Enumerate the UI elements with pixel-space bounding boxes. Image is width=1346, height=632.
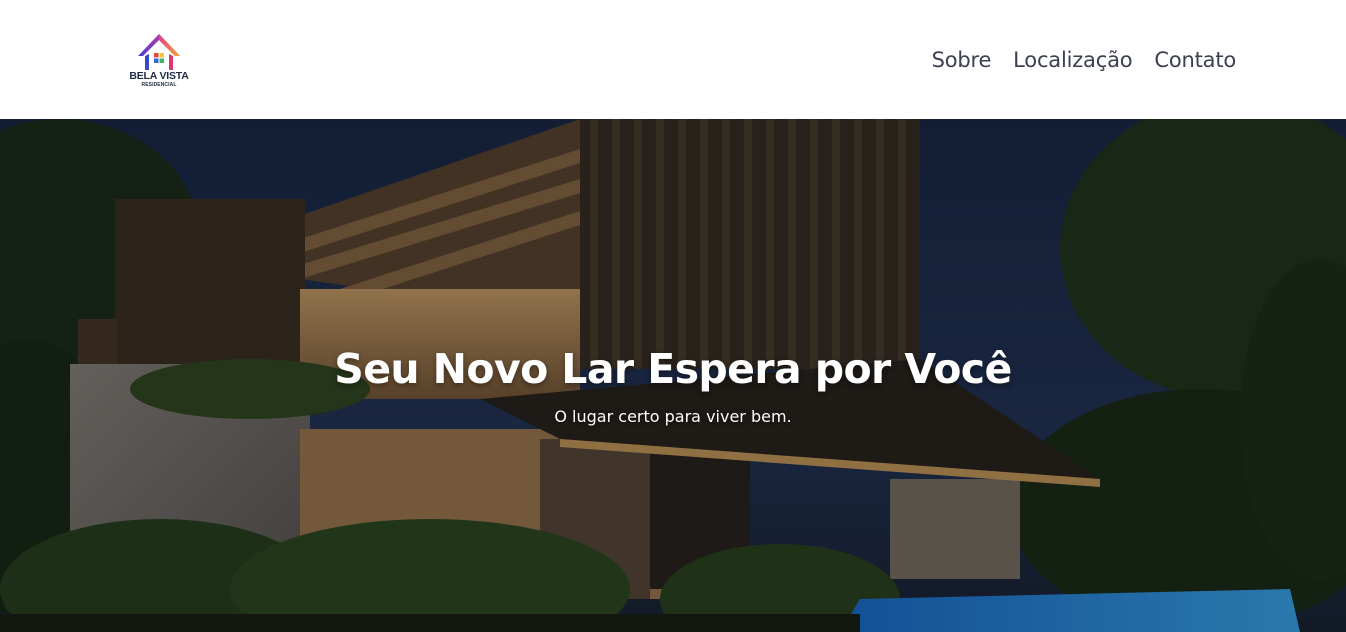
main-nav: Sobre Localização Contato [932,44,1237,76]
site-header: BELA VISTA RESIDENCIAL Sobre Localização… [0,0,1346,119]
brand-tagline: RESIDENCIAL [141,82,177,88]
nav-link-sobre[interactable]: Sobre [932,48,992,72]
nav-link-localizacao[interactable]: Localização [1013,48,1132,72]
brand-logo[interactable]: BELA VISTA RESIDENCIAL [128,30,190,90]
hero-title: Seu Novo Lar Espera por Você [334,345,1012,393]
house-logo-icon [138,34,180,70]
brand-name: BELA VISTA [129,70,189,82]
hero-subtitle: O lugar certo para viver bem. [554,407,792,426]
nav-link-contato[interactable]: Contato [1154,48,1236,72]
hero-section: Seu Novo Lar Espera por Você O lugar cer… [0,119,1346,632]
